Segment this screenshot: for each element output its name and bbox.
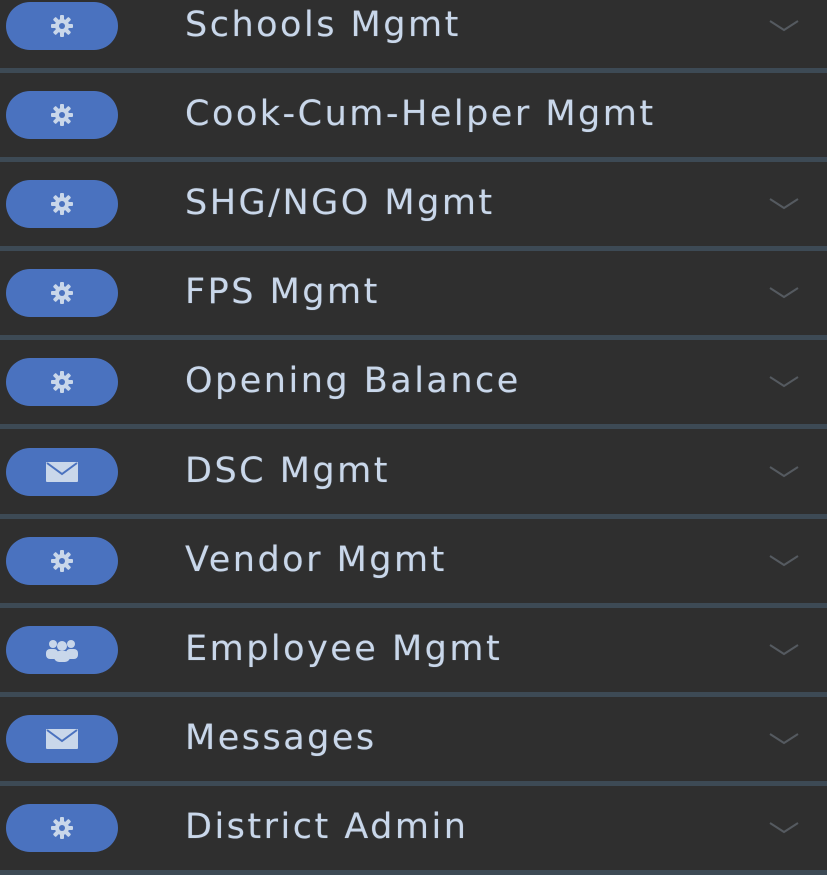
chevron-down-icon (769, 732, 799, 744)
menu-item-opening-balance[interactable]: Opening Balance (0, 340, 827, 430)
gear-icon (6, 2, 118, 51)
menu-item-label: Schools Mgmt (185, 5, 461, 46)
sidebar-menu: Schools Mgmt Cook-Cum-Helper Mgmt SHG/NG… (0, 0, 827, 875)
gear-icon (6, 536, 118, 585)
gear-icon (6, 358, 118, 407)
menu-item-employee-mgmt[interactable]: Employee Mgmt (0, 607, 827, 697)
gear-icon (6, 91, 118, 140)
chevron-down-icon (769, 465, 799, 477)
gear-icon (6, 269, 118, 318)
gear-icon (6, 803, 118, 852)
chevron-down-icon (769, 822, 799, 834)
menu-item-dsc-mgmt[interactable]: DSC Mgmt (0, 429, 827, 519)
chevron-down-icon (769, 376, 799, 388)
chevron-down-icon (769, 20, 799, 32)
users-icon (6, 625, 118, 674)
menu-item-shg-ngo-mgmt[interactable]: SHG/NGO Mgmt (0, 162, 827, 252)
menu-item-label: DSC Mgmt (185, 450, 390, 491)
menu-item-label: Vendor Mgmt (185, 539, 447, 580)
menu-item-district-admin[interactable]: District Admin (0, 785, 827, 875)
envelope-icon (6, 447, 118, 496)
menu-item-label: Opening Balance (185, 361, 521, 402)
menu-item-vendor-mgmt[interactable]: Vendor Mgmt (0, 518, 827, 608)
gear-icon (6, 180, 118, 229)
chevron-down-icon (769, 287, 799, 299)
envelope-icon (6, 714, 118, 763)
chevron-down-icon (769, 198, 799, 210)
menu-item-cook-cum-helper-mgmt[interactable]: Cook-Cum-Helper Mgmt (0, 73, 827, 163)
menu-item-label: Employee Mgmt (185, 628, 503, 669)
menu-item-fps-mgmt[interactable]: FPS Mgmt (0, 251, 827, 341)
menu-item-label: SHG/NGO Mgmt (185, 183, 495, 224)
menu-item-label: District Admin (185, 807, 469, 848)
menu-item-label: Messages (185, 717, 377, 758)
chevron-down-icon (769, 554, 799, 566)
chevron-down-icon (769, 643, 799, 655)
menu-item-label: FPS Mgmt (185, 272, 380, 313)
menu-item-messages[interactable]: Messages (0, 696, 827, 786)
menu-item-schools-mgmt[interactable]: Schools Mgmt (0, 0, 827, 74)
menu-item-label: Cook-Cum-Helper Mgmt (185, 94, 656, 135)
